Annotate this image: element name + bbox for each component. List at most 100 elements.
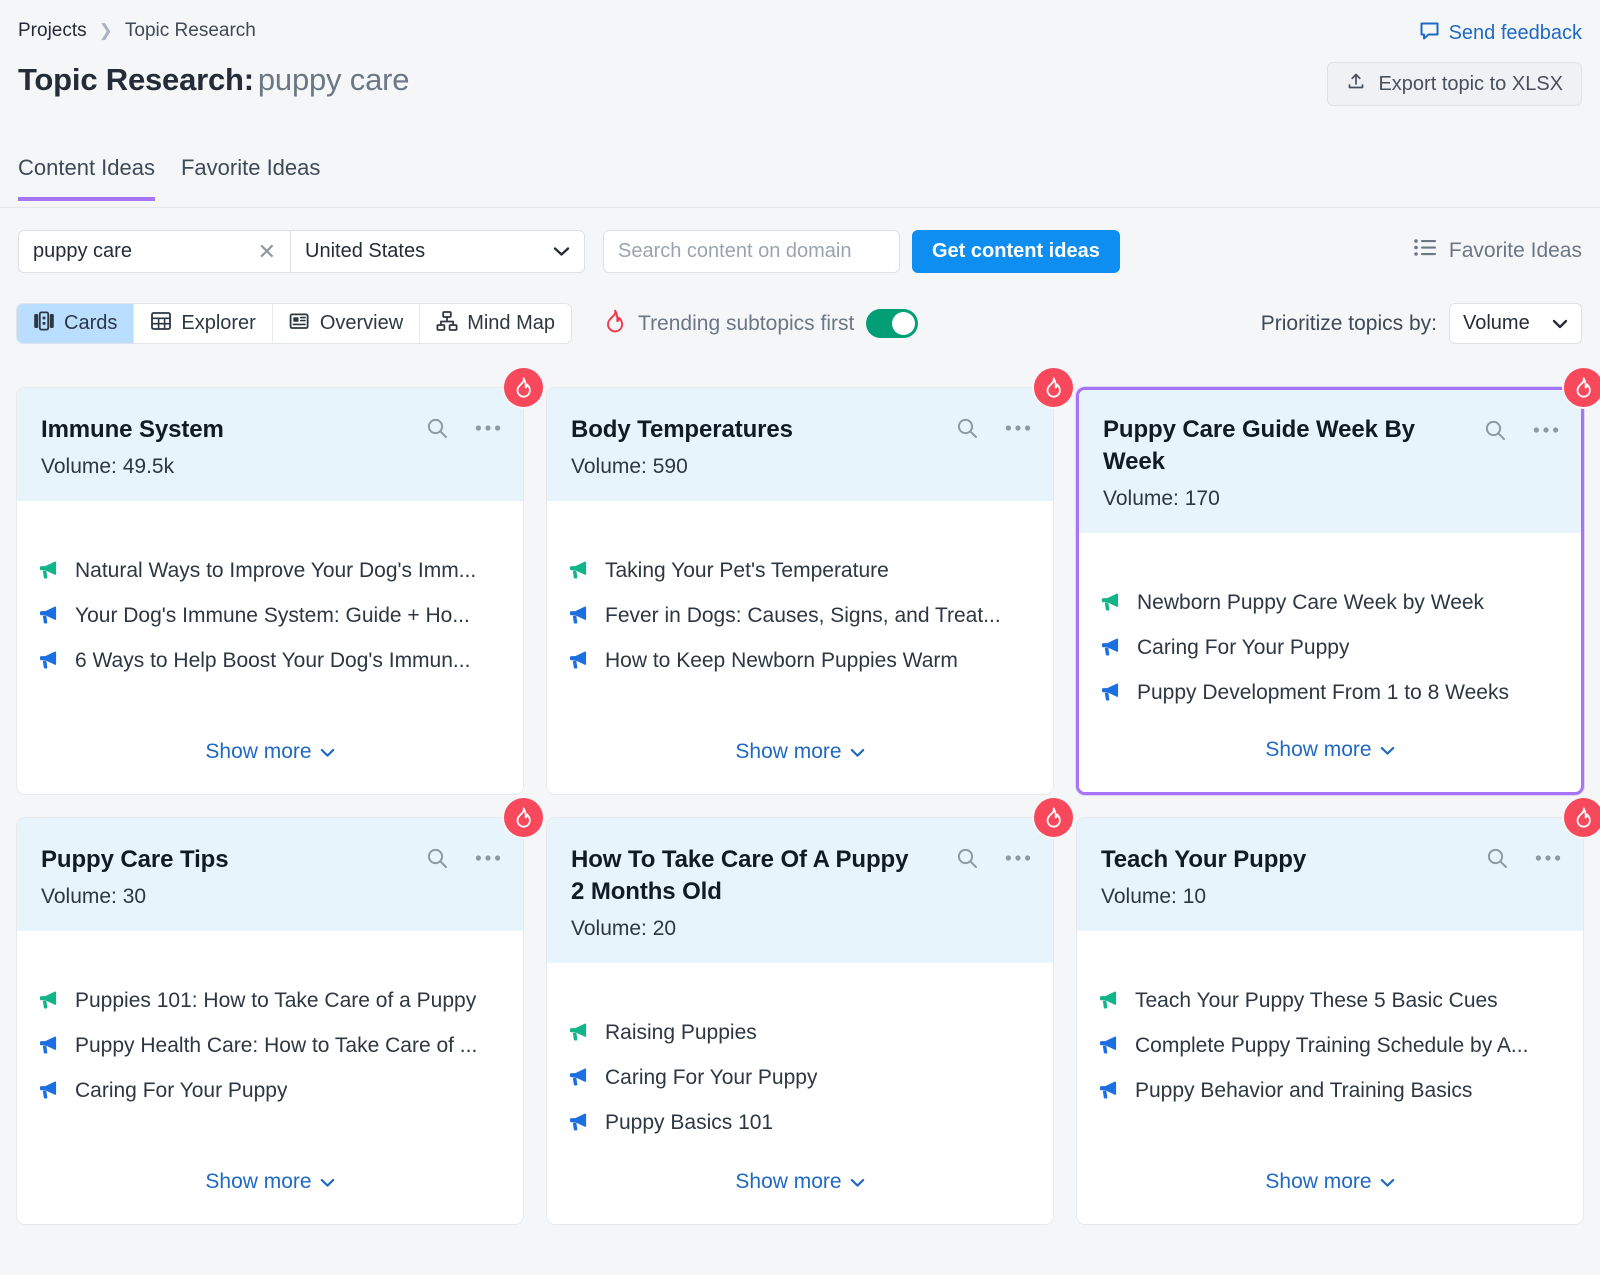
- idea-item[interactable]: Caring For Your Puppy: [1101, 636, 1559, 660]
- clear-keyword-icon[interactable]: ✕: [258, 241, 276, 263]
- search-icon[interactable]: [1485, 846, 1509, 870]
- topic-card-6[interactable]: Teach Your Puppy Volume: 10: [1076, 817, 1584, 1225]
- topic-card-1[interactable]: Immune System Volume: 49.5k: [16, 387, 524, 795]
- idea-item-label: Puppy Development From 1 to 8 Weeks: [1137, 681, 1509, 705]
- trending-badge[interactable]: [1564, 368, 1600, 407]
- mindmap-icon: [436, 310, 458, 338]
- idea-list: Natural Ways to Improve Your Dog's Imm..…: [39, 559, 501, 673]
- more-options-icon[interactable]: [1005, 854, 1031, 862]
- idea-item[interactable]: Newborn Puppy Care Week by Week: [1101, 591, 1559, 615]
- idea-item[interactable]: Puppy Health Care: How to Take Care of .…: [39, 1034, 501, 1058]
- keyword-input-value: puppy care: [33, 240, 258, 263]
- get-content-ideas-button[interactable]: Get content ideas: [912, 230, 1120, 273]
- topic-card-3[interactable]: Puppy Care Guide Week By Week Volume: 17…: [1076, 387, 1584, 795]
- trending-badge[interactable]: [504, 368, 543, 407]
- chevron-down-icon: [553, 240, 570, 263]
- search-icon[interactable]: [1483, 418, 1507, 442]
- idea-item-label: Puppy Health Care: How to Take Care of .…: [75, 1034, 477, 1058]
- idea-item[interactable]: How to Keep Newborn Puppies Warm: [569, 649, 1031, 673]
- idea-item[interactable]: Puppy Basics 101: [569, 1111, 1031, 1135]
- idea-item[interactable]: Caring For Your Puppy: [39, 1079, 501, 1103]
- search-icon[interactable]: [955, 416, 979, 440]
- search-domain-input[interactable]: Search content on domain: [603, 230, 900, 273]
- card-body: Natural Ways to Improve Your Dog's Imm..…: [17, 501, 523, 794]
- card-volume: Volume: 20: [571, 917, 1029, 941]
- idea-item[interactable]: Raising Puppies: [569, 1021, 1031, 1045]
- search-icon[interactable]: [955, 846, 979, 870]
- export-topic-button[interactable]: Export topic to XLSX: [1327, 62, 1582, 106]
- trending-badge[interactable]: [504, 798, 543, 837]
- more-options-icon[interactable]: [1535, 854, 1561, 862]
- topic-research-page: Projects ❯ Topic Research Topic Research…: [0, 0, 1600, 1275]
- tab-content-ideas[interactable]: Content Ideas: [18, 155, 155, 201]
- prioritize-select[interactable]: Volume: [1449, 303, 1582, 344]
- megaphone-icon: [1101, 592, 1123, 612]
- idea-item-label: Caring For Your Puppy: [75, 1079, 287, 1103]
- idea-item[interactable]: Taking Your Pet's Temperature: [569, 559, 1031, 583]
- chevron-down-icon: [850, 1170, 865, 1194]
- card-wrapper: Body Temperatures Volume: 590: [546, 387, 1054, 795]
- view-mode-explorer[interactable]: Explorer: [134, 304, 272, 343]
- more-options-icon[interactable]: [1533, 426, 1559, 434]
- idea-list: Puppies 101: How to Take Care of a Puppy…: [39, 989, 501, 1103]
- idea-item[interactable]: Puppy Behavior and Training Basics: [1099, 1079, 1561, 1103]
- view-mode-mind-map[interactable]: Mind Map: [420, 304, 571, 343]
- topic-card-4[interactable]: Puppy Care Tips Volume: 30: [16, 817, 524, 1225]
- country-select[interactable]: United States: [290, 230, 585, 273]
- send-feedback-button[interactable]: Send feedback: [1419, 20, 1582, 47]
- show-more-button[interactable]: Show more: [39, 740, 501, 764]
- search-domain-placeholder: Search content on domain: [618, 240, 852, 263]
- idea-item[interactable]: Complete Puppy Training Schedule by A...: [1099, 1034, 1561, 1058]
- trending-badge[interactable]: [1034, 368, 1073, 407]
- show-more-button[interactable]: Show more: [569, 1170, 1031, 1194]
- favorite-ideas-button[interactable]: Favorite Ideas: [1414, 238, 1582, 263]
- idea-item[interactable]: 6 Ways to Help Boost Your Dog's Immun...: [39, 649, 501, 673]
- idea-list: Newborn Puppy Care Week by Week Caring Fo…: [1101, 591, 1559, 705]
- idea-item[interactable]: Natural Ways to Improve Your Dog's Imm..…: [39, 559, 501, 583]
- page-title-prefix: Topic Research:: [18, 62, 254, 97]
- view-mode-cards[interactable]: Cards: [17, 304, 134, 343]
- tab-favorite-ideas[interactable]: Favorite Ideas: [181, 155, 320, 201]
- toggle-knob: [892, 312, 915, 335]
- megaphone-icon: [39, 650, 61, 670]
- megaphone-icon: [1099, 1080, 1121, 1100]
- export-topic-label: Export topic to XLSX: [1378, 73, 1563, 96]
- show-more-button[interactable]: Show more: [1101, 738, 1559, 762]
- idea-item[interactable]: Puppy Development From 1 to 8 Weeks: [1101, 681, 1559, 705]
- idea-item[interactable]: Teach Your Puppy These 5 Basic Cues: [1099, 989, 1561, 1013]
- card-body: Puppies 101: How to Take Care of a Puppy…: [17, 931, 523, 1224]
- more-options-icon[interactable]: [475, 854, 501, 862]
- trending-badge[interactable]: [1564, 798, 1600, 837]
- more-options-icon[interactable]: [1005, 424, 1031, 432]
- show-more-button[interactable]: Show more: [39, 1170, 501, 1194]
- idea-item[interactable]: Your Dog's Immune System: Guide + Ho...: [39, 604, 501, 628]
- search-icon[interactable]: [425, 846, 449, 870]
- view-mode-overview[interactable]: Overview: [273, 304, 420, 343]
- topic-card-2[interactable]: Body Temperatures Volume: 590: [546, 387, 1054, 795]
- idea-item[interactable]: Caring For Your Puppy: [569, 1066, 1031, 1090]
- topic-card-5[interactable]: How To Take Care Of A Puppy 2 Months Old…: [546, 817, 1054, 1225]
- megaphone-icon: [569, 650, 591, 670]
- view-mode-group: Cards Explorer: [16, 303, 572, 344]
- breadcrumb-projects[interactable]: Projects: [18, 20, 87, 42]
- idea-item[interactable]: Fever in Dogs: Causes, Signs, and Treat.…: [569, 604, 1031, 628]
- card-header: Puppy Care Guide Week By Week Volume: 17…: [1079, 390, 1581, 533]
- cards-icon: [33, 310, 55, 338]
- trending-badge[interactable]: [1034, 798, 1073, 837]
- card-wrapper: Puppy Care Tips Volume: 30: [16, 817, 524, 1225]
- card-wrapper: Teach Your Puppy Volume: 10: [1076, 817, 1584, 1225]
- more-options-icon[interactable]: [475, 424, 501, 432]
- show-more-button[interactable]: Show more: [569, 740, 1031, 764]
- show-more-button[interactable]: Show more: [1099, 1170, 1561, 1194]
- idea-item-label: Puppy Behavior and Training Basics: [1135, 1079, 1472, 1103]
- keyword-input[interactable]: puppy care ✕: [18, 230, 290, 273]
- show-more-label: Show more: [205, 740, 311, 764]
- trending-subtopics-toggle[interactable]: [866, 309, 918, 338]
- chevron-down-icon: [1552, 312, 1568, 335]
- breadcrumb-topic-research[interactable]: Topic Research: [125, 20, 256, 42]
- card-volume: Volume: 170: [1103, 487, 1557, 511]
- search-icon[interactable]: [425, 416, 449, 440]
- megaphone-icon: [39, 1080, 61, 1100]
- idea-item[interactable]: Puppies 101: How to Take Care of a Puppy: [39, 989, 501, 1013]
- idea-item-label: Newborn Puppy Care Week by Week: [1137, 591, 1484, 615]
